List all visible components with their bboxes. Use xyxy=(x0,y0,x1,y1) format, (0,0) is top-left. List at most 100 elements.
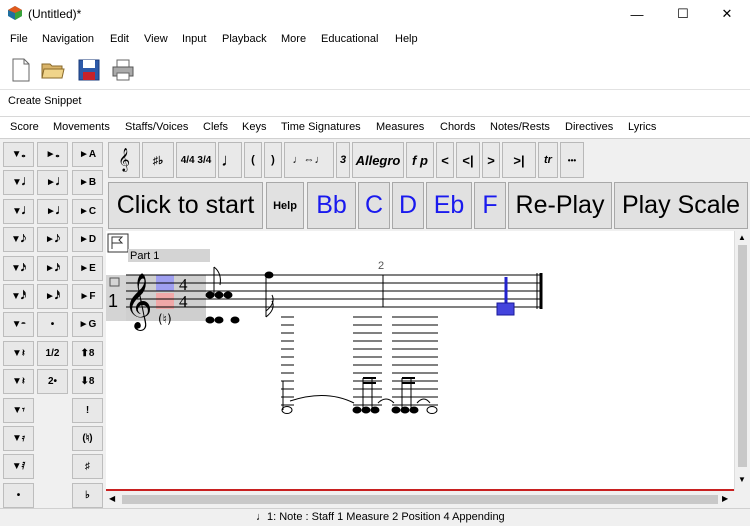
note-d-button[interactable]: D xyxy=(392,182,424,229)
play-scale-button[interactable]: Play Scale xyxy=(614,182,748,229)
triplet-button[interactable]: 3 xyxy=(336,142,350,178)
palette-time-signatures[interactable]: Time Signatures xyxy=(281,121,361,133)
palette-button-r11-c0[interactable]: ▼𝅀 xyxy=(3,454,34,480)
palette-button-r1-c2[interactable]: ►B xyxy=(72,170,103,196)
click-to-start-button[interactable]: Click to start xyxy=(108,182,263,229)
tempo-allegro-button[interactable]: Allegro xyxy=(352,142,404,178)
more-tools-button[interactable]: ••• xyxy=(560,142,584,178)
palette-button-r7-c0[interactable]: ▼𝄽 xyxy=(3,340,34,366)
palette-lyrics[interactable]: Lyrics xyxy=(628,121,656,133)
palette-button-r8-c2[interactable]: ⬇8 xyxy=(72,369,103,395)
crescendo-button[interactable]: < xyxy=(436,142,454,178)
scroll-left-icon[interactable]: ◀ xyxy=(109,494,115,503)
palette-button-r11-c2[interactable]: ♯ xyxy=(72,454,103,480)
palette-button-r4-c0[interactable]: ▼𝅘𝅥𝅯 xyxy=(3,255,34,281)
palette-button-r4-c1[interactable]: ►𝅘𝅥𝅯 xyxy=(37,255,68,281)
close-paren-button[interactable]: ) xyxy=(264,142,282,178)
palette-button-r1-c1[interactable]: ►𝅗𝅥 xyxy=(37,170,68,196)
note-bb-button[interactable]: Bb xyxy=(307,182,356,229)
scroll-right-icon[interactable]: ▶ xyxy=(722,494,728,503)
palette-measures[interactable]: Measures xyxy=(376,121,424,133)
help-button[interactable]: Help xyxy=(266,182,304,229)
horizontal-scroll-thumb[interactable] xyxy=(122,495,718,504)
scroll-down-icon[interactable]: ▼ xyxy=(738,475,746,484)
menu-view[interactable]: View xyxy=(144,33,168,45)
palette-button-r2-c0[interactable]: ▼𝅘𝅥 xyxy=(3,198,34,224)
score-view[interactable]: Part 1 1 𝄞 4 4 (♮) 2 xyxy=(106,231,734,489)
open-folder-icon[interactable] xyxy=(40,57,66,83)
palette-button-r9-c2[interactable]: ! xyxy=(72,397,103,423)
palette-button-r6-c2[interactable]: ►G xyxy=(72,312,103,338)
palette-score[interactable]: Score xyxy=(10,121,39,133)
menu-edit[interactable]: Edit xyxy=(110,33,129,45)
crescendo-end-button[interactable]: <| xyxy=(456,142,480,178)
time-signature-bottom[interactable]: 4 xyxy=(179,292,188,311)
menu-input[interactable]: Input xyxy=(182,33,206,45)
menu-navigation[interactable]: Navigation xyxy=(42,33,94,45)
menu-educational[interactable]: Educational xyxy=(321,33,379,45)
palette-button-r6-c1[interactable]: • xyxy=(37,312,68,338)
palette-button-r3-c0[interactable]: ▼𝅘𝅥𝅮 xyxy=(3,227,34,253)
dynamics-button[interactable]: f p xyxy=(406,142,434,178)
key-tool-button[interactable]: ♯♭ xyxy=(142,142,174,178)
palette-button-r0-c1[interactable]: ►𝅝 xyxy=(37,142,68,167)
menu-more[interactable]: More xyxy=(281,33,306,45)
palette-button-r7-c2[interactable]: ⬆8 xyxy=(72,340,103,366)
palette-button-r3-c1[interactable]: ►𝅘𝅥𝅮 xyxy=(37,227,68,253)
palette-button-r6-c0[interactable]: ▼𝄼 xyxy=(3,312,34,338)
palette-button-r9-c0[interactable]: ▼𝄾 xyxy=(3,397,34,423)
palette-button-r10-c0[interactable]: ▼𝄿 xyxy=(3,426,34,451)
part-label[interactable]: Part 1 xyxy=(130,250,159,262)
note-f-button[interactable]: F xyxy=(474,182,506,229)
movement-flag-icon[interactable] xyxy=(107,233,129,253)
trill-button[interactable]: tr xyxy=(538,142,558,178)
palette-notes-rests[interactable]: Notes/Rests xyxy=(490,121,550,133)
palette-clefs[interactable]: Clefs xyxy=(203,121,228,133)
palette-movements[interactable]: Movements xyxy=(53,121,110,133)
palette-button-r0-c0[interactable]: ▼𝅝 xyxy=(3,142,34,167)
palette-keys[interactable]: Keys xyxy=(242,121,266,133)
create-snippet-button[interactable]: Create Snippet xyxy=(8,95,81,107)
print-icon[interactable] xyxy=(110,57,136,83)
palette-button-r12-c2[interactable]: ♭ xyxy=(72,482,103,508)
diminuendo-button[interactable]: > xyxy=(482,142,500,178)
diminuendo-end-button[interactable]: >| xyxy=(502,142,536,178)
palette-button-r8-c0[interactable]: ▼𝄽 xyxy=(3,369,34,395)
open-paren-button[interactable]: ( xyxy=(244,142,262,178)
clef-tool-button[interactable]: 𝄞 xyxy=(108,142,140,178)
palette-staffs-voices[interactable]: Staffs/Voices xyxy=(125,121,188,133)
palette-button-r5-c0[interactable]: ▼𝅘𝅥𝅰 xyxy=(3,284,34,309)
note-eb-button[interactable]: Eb xyxy=(426,182,472,229)
staff-number[interactable]: 1 xyxy=(108,291,118,311)
palette-button-r8-c1[interactable]: 2• xyxy=(37,369,68,395)
minimize-button[interactable]: — xyxy=(614,0,660,28)
vertical-scrollbar[interactable]: ▲ ▼ xyxy=(734,231,750,491)
replay-button[interactable]: Re-Play xyxy=(508,182,612,229)
palette-button-r3-c2[interactable]: ►D xyxy=(72,227,103,253)
scroll-up-icon[interactable]: ▲ xyxy=(738,233,746,242)
menu-playback[interactable]: Playback xyxy=(222,33,267,45)
close-button[interactable]: ✕ xyxy=(704,0,750,28)
palette-button-r2-c1[interactable]: ►𝅘𝅥 xyxy=(37,198,68,224)
palette-button-r4-c2[interactable]: ►E xyxy=(72,255,103,281)
palette-button-r0-c2[interactable]: ►A xyxy=(72,142,103,167)
horizontal-scrollbar[interactable]: ◀ ▶ xyxy=(106,491,750,508)
tie-tool-button[interactable]: ♩⇔♩ xyxy=(284,142,334,178)
note-c-button[interactable]: C xyxy=(358,182,390,229)
palette-button-r12-c0[interactable]: • xyxy=(3,482,34,508)
score-canvas[interactable]: Part 1 1 𝄞 4 4 (♮) 2 xyxy=(106,231,734,489)
save-icon[interactable] xyxy=(76,57,102,83)
palette-button-r2-c2[interactable]: ►C xyxy=(72,198,103,224)
sixteenth-note[interactable] xyxy=(264,271,274,318)
palette-button-r7-c1[interactable]: 1/2 xyxy=(37,340,68,366)
vertical-scroll-thumb[interactable] xyxy=(738,245,747,467)
palette-button-r10-c2[interactable]: (♮) xyxy=(72,426,103,451)
treble-clef-icon[interactable]: 𝄞 xyxy=(124,273,152,331)
palette-button-r1-c0[interactable]: ▼𝅗𝅥 xyxy=(3,170,34,196)
new-file-icon[interactable] xyxy=(8,57,34,83)
palette-directives[interactable]: Directives xyxy=(565,121,613,133)
palette-button-r5-c2[interactable]: ►F xyxy=(72,284,103,309)
palette-chords[interactable]: Chords xyxy=(440,121,475,133)
maximize-button[interactable]: ☐ xyxy=(660,0,706,28)
menu-file[interactable]: File xyxy=(10,33,28,45)
